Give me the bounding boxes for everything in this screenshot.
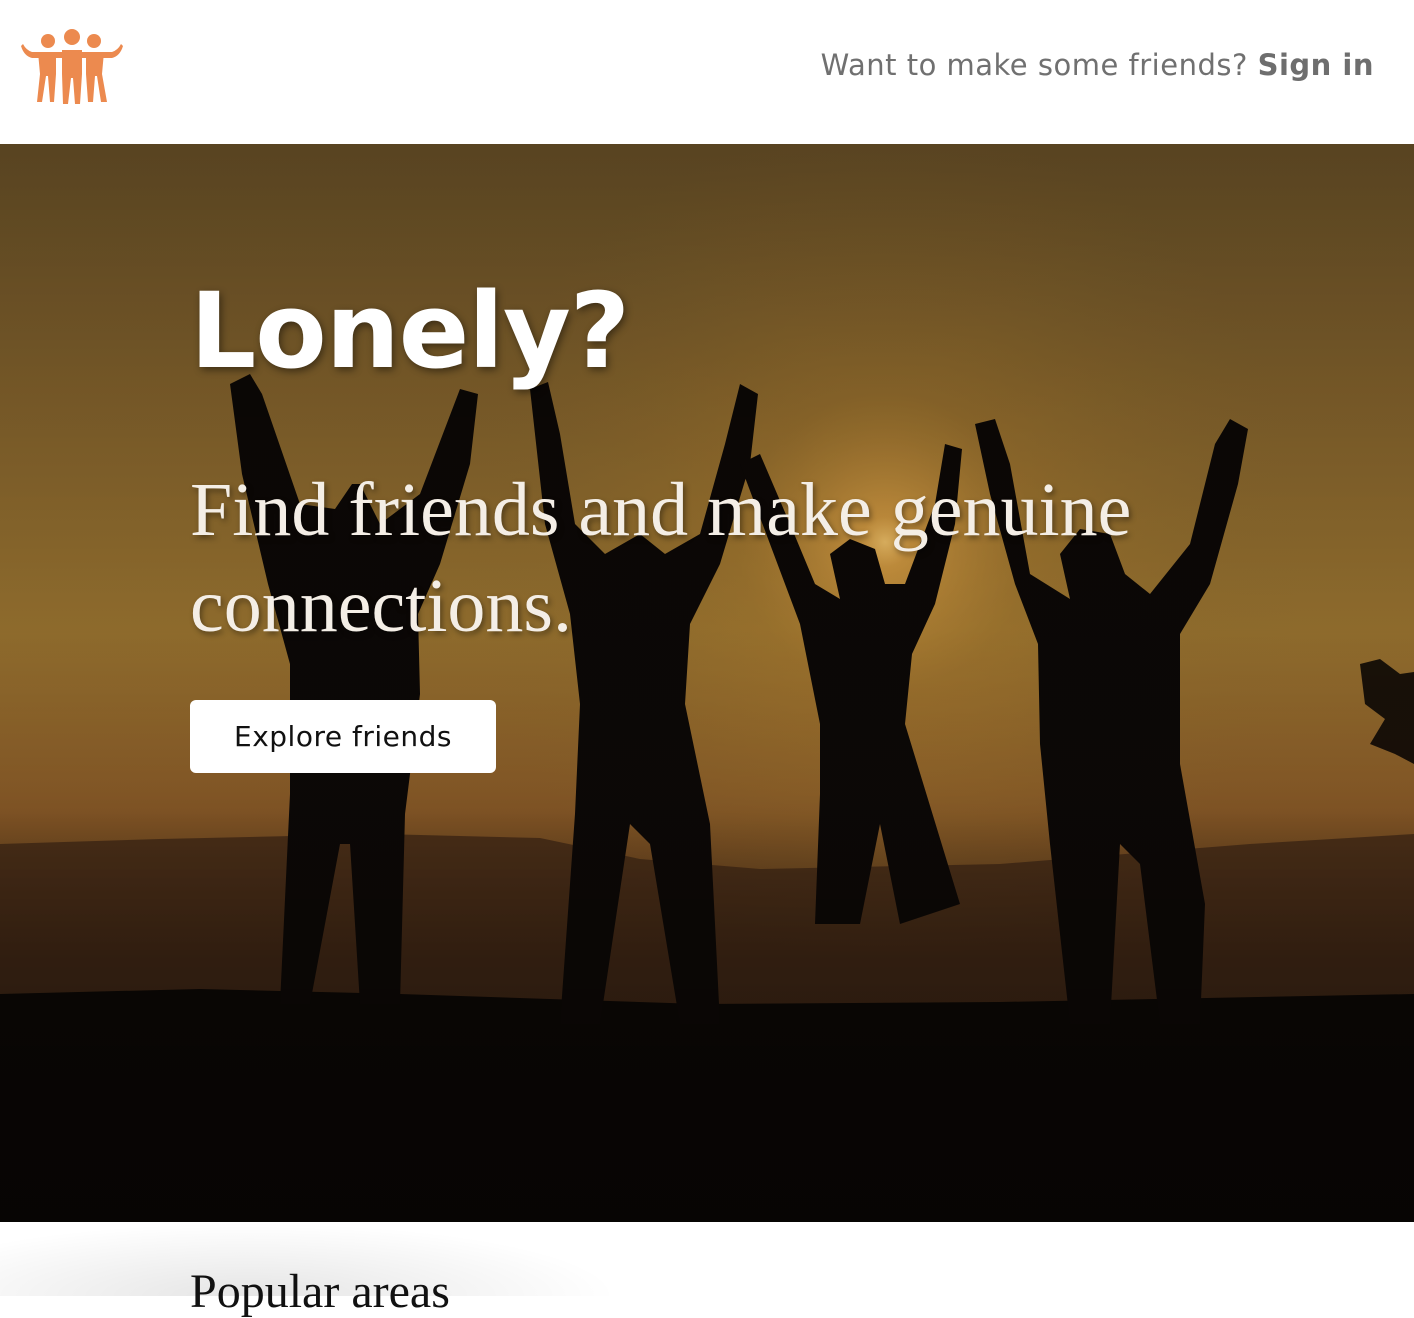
friends-group-icon[interactable] (20, 26, 124, 106)
hero-subtitle: Find friends and make genuine connection… (190, 468, 1132, 648)
signin-prompt: Want to make some friends? Sign in (821, 48, 1374, 82)
hero-banner: Lonely? Find friends and make genuine co… (0, 144, 1414, 1222)
explore-friends-button[interactable]: Explore friends (190, 700, 496, 773)
top-navigation-bar: Want to make some friends? Sign in (0, 0, 1414, 144)
hero-title: Lonely? (190, 270, 630, 392)
signin-link[interactable]: Sign in (1258, 48, 1374, 82)
signin-prompt-text: Want to make some friends? (820, 48, 1248, 82)
popular-areas-heading: Popular areas (190, 1265, 450, 1318)
